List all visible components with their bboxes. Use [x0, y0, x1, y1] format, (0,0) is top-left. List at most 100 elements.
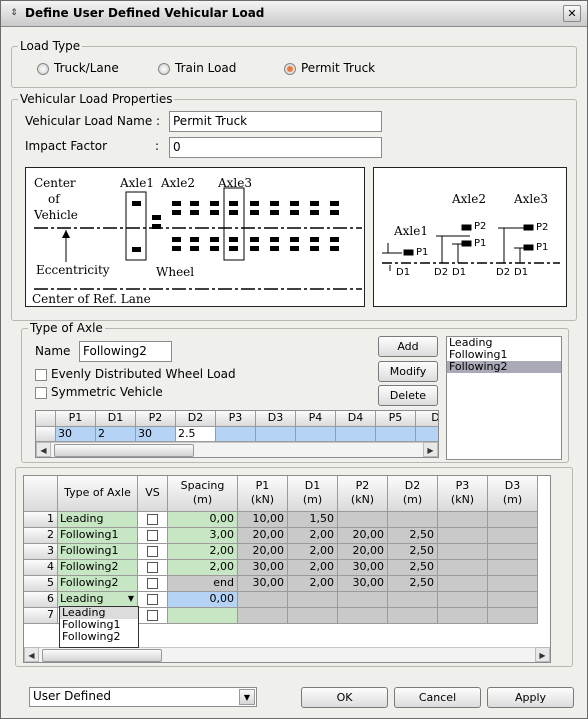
- table-cell-d1[interactable]: [288, 592, 338, 608]
- table-cell-d3[interactable]: [488, 544, 538, 560]
- scroll-left-icon[interactable]: ◀: [36, 442, 51, 457]
- table-cell-type[interactable]: Following2: [58, 560, 138, 576]
- table-cell-vs[interactable]: [138, 544, 168, 560]
- table-cell-p2[interactable]: [338, 608, 388, 624]
- axle-grid-cell-4[interactable]: [216, 427, 256, 442]
- table-cell-d2[interactable]: [388, 592, 438, 608]
- table-cell-p2[interactable]: 30,00: [338, 576, 388, 592]
- table-cell-type[interactable]: Leading: [58, 512, 138, 528]
- axle-grid-cell-0[interactable]: 30: [56, 427, 96, 442]
- table-cell-d2[interactable]: 2,50: [388, 544, 438, 560]
- table-cell-p1[interactable]: 10,00: [238, 512, 288, 528]
- axle-grid-cell-5[interactable]: [256, 427, 296, 442]
- axle-grid-cell-2[interactable]: 30: [136, 427, 176, 442]
- table-cell-type[interactable]: Following1: [58, 528, 138, 544]
- table-cell-spacing[interactable]: 2,00: [168, 560, 238, 576]
- table-cell-d2[interactable]: 2,50: [388, 560, 438, 576]
- unit-select[interactable]: User Defined ▼: [29, 687, 257, 707]
- axle-grid-cell-8[interactable]: [376, 427, 416, 442]
- table-cell-d1[interactable]: 1,50: [288, 512, 338, 528]
- scroll-right-icon[interactable]: ▶: [423, 442, 438, 457]
- table-cell-d1[interactable]: 2,00: [288, 544, 338, 560]
- table-cell-d3[interactable]: [488, 512, 538, 528]
- add-button[interactable]: Add: [378, 336, 438, 357]
- table-cell-vs[interactable]: [138, 576, 168, 592]
- table-cell-type[interactable]: Following1: [58, 544, 138, 560]
- table-cell-p1[interactable]: [238, 592, 288, 608]
- table-cell-p2[interactable]: 30,00: [338, 560, 388, 576]
- table-cell-p3[interactable]: [438, 544, 488, 560]
- table-cell-p1[interactable]: 30,00: [238, 560, 288, 576]
- table-cell-d3[interactable]: [488, 592, 538, 608]
- vs-checkbox[interactable]: [147, 578, 158, 589]
- table-cell-p3[interactable]: [438, 576, 488, 592]
- symmetric-vehicle-checkbox[interactable]: [35, 387, 47, 399]
- table-cell-p1[interactable]: 20,00: [238, 528, 288, 544]
- scroll-thumb[interactable]: [54, 444, 194, 457]
- delete-button[interactable]: Delete: [378, 385, 438, 406]
- vs-checkbox[interactable]: [147, 514, 158, 525]
- axle-list-item-following2[interactable]: Following2: [447, 361, 561, 373]
- ok-button[interactable]: OK: [301, 687, 388, 708]
- radio-truck-lane[interactable]: [37, 63, 49, 75]
- axle-grid-cell-3[interactable]: 2.5: [176, 427, 216, 442]
- modify-button[interactable]: Modify: [378, 361, 438, 382]
- table-cell-spacing[interactable]: [168, 608, 238, 624]
- table-cell-d1[interactable]: [288, 608, 338, 624]
- evenly-distributed-label[interactable]: Evenly Distributed Wheel Load: [51, 367, 236, 381]
- table-cell-p2[interactable]: [338, 512, 388, 528]
- table-cell-d1[interactable]: 2,00: [288, 528, 338, 544]
- apply-button[interactable]: Apply: [487, 687, 574, 708]
- table-cell-d1[interactable]: 2,00: [288, 560, 338, 576]
- table-cell-p3[interactable]: [438, 560, 488, 576]
- radio-truck-lane-label[interactable]: Truck/Lane: [54, 61, 119, 75]
- table-cell-d3[interactable]: [488, 560, 538, 576]
- vs-checkbox[interactable]: [147, 562, 158, 573]
- axle-load-grid-scrollbar[interactable]: ◀ ▶: [36, 442, 438, 457]
- impact-factor-field[interactable]: 0: [169, 137, 382, 158]
- close-button[interactable]: ✕: [563, 5, 581, 22]
- table-cell-spacing[interactable]: 2,00: [168, 544, 238, 560]
- table-cell-d2[interactable]: [388, 512, 438, 528]
- table-cell-vs[interactable]: [138, 592, 168, 608]
- table-cell-p3[interactable]: [438, 512, 488, 528]
- radio-permit-truck[interactable]: [284, 63, 296, 75]
- table-cell-vs[interactable]: [138, 528, 168, 544]
- table-cell-p3[interactable]: [438, 528, 488, 544]
- axle-grid-cell-9[interactable]: [416, 427, 438, 442]
- table-cell-vs[interactable]: [138, 512, 168, 528]
- radio-permit-truck-label[interactable]: Permit Truck: [301, 61, 375, 75]
- table-cell-spacing[interactable]: 0,00: [168, 512, 238, 528]
- radio-train-load[interactable]: [158, 63, 170, 75]
- axle-grid-cell-1[interactable]: 2: [96, 427, 136, 442]
- evenly-distributed-checkbox[interactable]: [35, 369, 47, 381]
- chevron-updown-icon[interactable]: ⇕: [8, 7, 20, 19]
- dropdown-option-following2[interactable]: Following2: [60, 631, 138, 643]
- axle-name-field[interactable]: Following2: [79, 341, 172, 362]
- vehicular-load-name-field[interactable]: Permit Truck: [169, 111, 382, 132]
- vs-checkbox[interactable]: [147, 530, 158, 541]
- table-cell-d2[interactable]: 2,50: [388, 528, 438, 544]
- table-cell-p3[interactable]: [438, 592, 488, 608]
- table-cell-p2[interactable]: 20,00: [338, 528, 388, 544]
- table-cell-p3[interactable]: [438, 608, 488, 624]
- axle-grid-cell-6[interactable]: [296, 427, 336, 442]
- table-cell-type[interactable]: Following2: [58, 576, 138, 592]
- table-cell-spacing[interactable]: end: [168, 576, 238, 592]
- table-scroll-thumb[interactable]: [42, 649, 162, 662]
- vs-checkbox[interactable]: [147, 594, 158, 605]
- chevron-down-icon[interactable]: ▼: [239, 689, 255, 705]
- table-cell-vs[interactable]: [138, 560, 168, 576]
- radio-train-load-label[interactable]: Train Load: [175, 61, 236, 75]
- table-cell-p2[interactable]: [338, 592, 388, 608]
- axle-type-dropdown[interactable]: Leading Following1 Following2: [59, 606, 139, 648]
- vs-checkbox[interactable]: [147, 546, 158, 557]
- table-cell-vs[interactable]: [138, 608, 168, 624]
- table-cell-d1[interactable]: 2,00: [288, 576, 338, 592]
- axle-type-list[interactable]: Leading Following1 Following2: [446, 336, 562, 460]
- table-cell-p1[interactable]: 30,00: [238, 576, 288, 592]
- table-cell-p2[interactable]: 20,00: [338, 544, 388, 560]
- vs-checkbox[interactable]: [147, 610, 158, 621]
- chevron-down-icon[interactable]: ▼: [128, 592, 134, 606]
- table-scroll-left-icon[interactable]: ◀: [24, 647, 39, 662]
